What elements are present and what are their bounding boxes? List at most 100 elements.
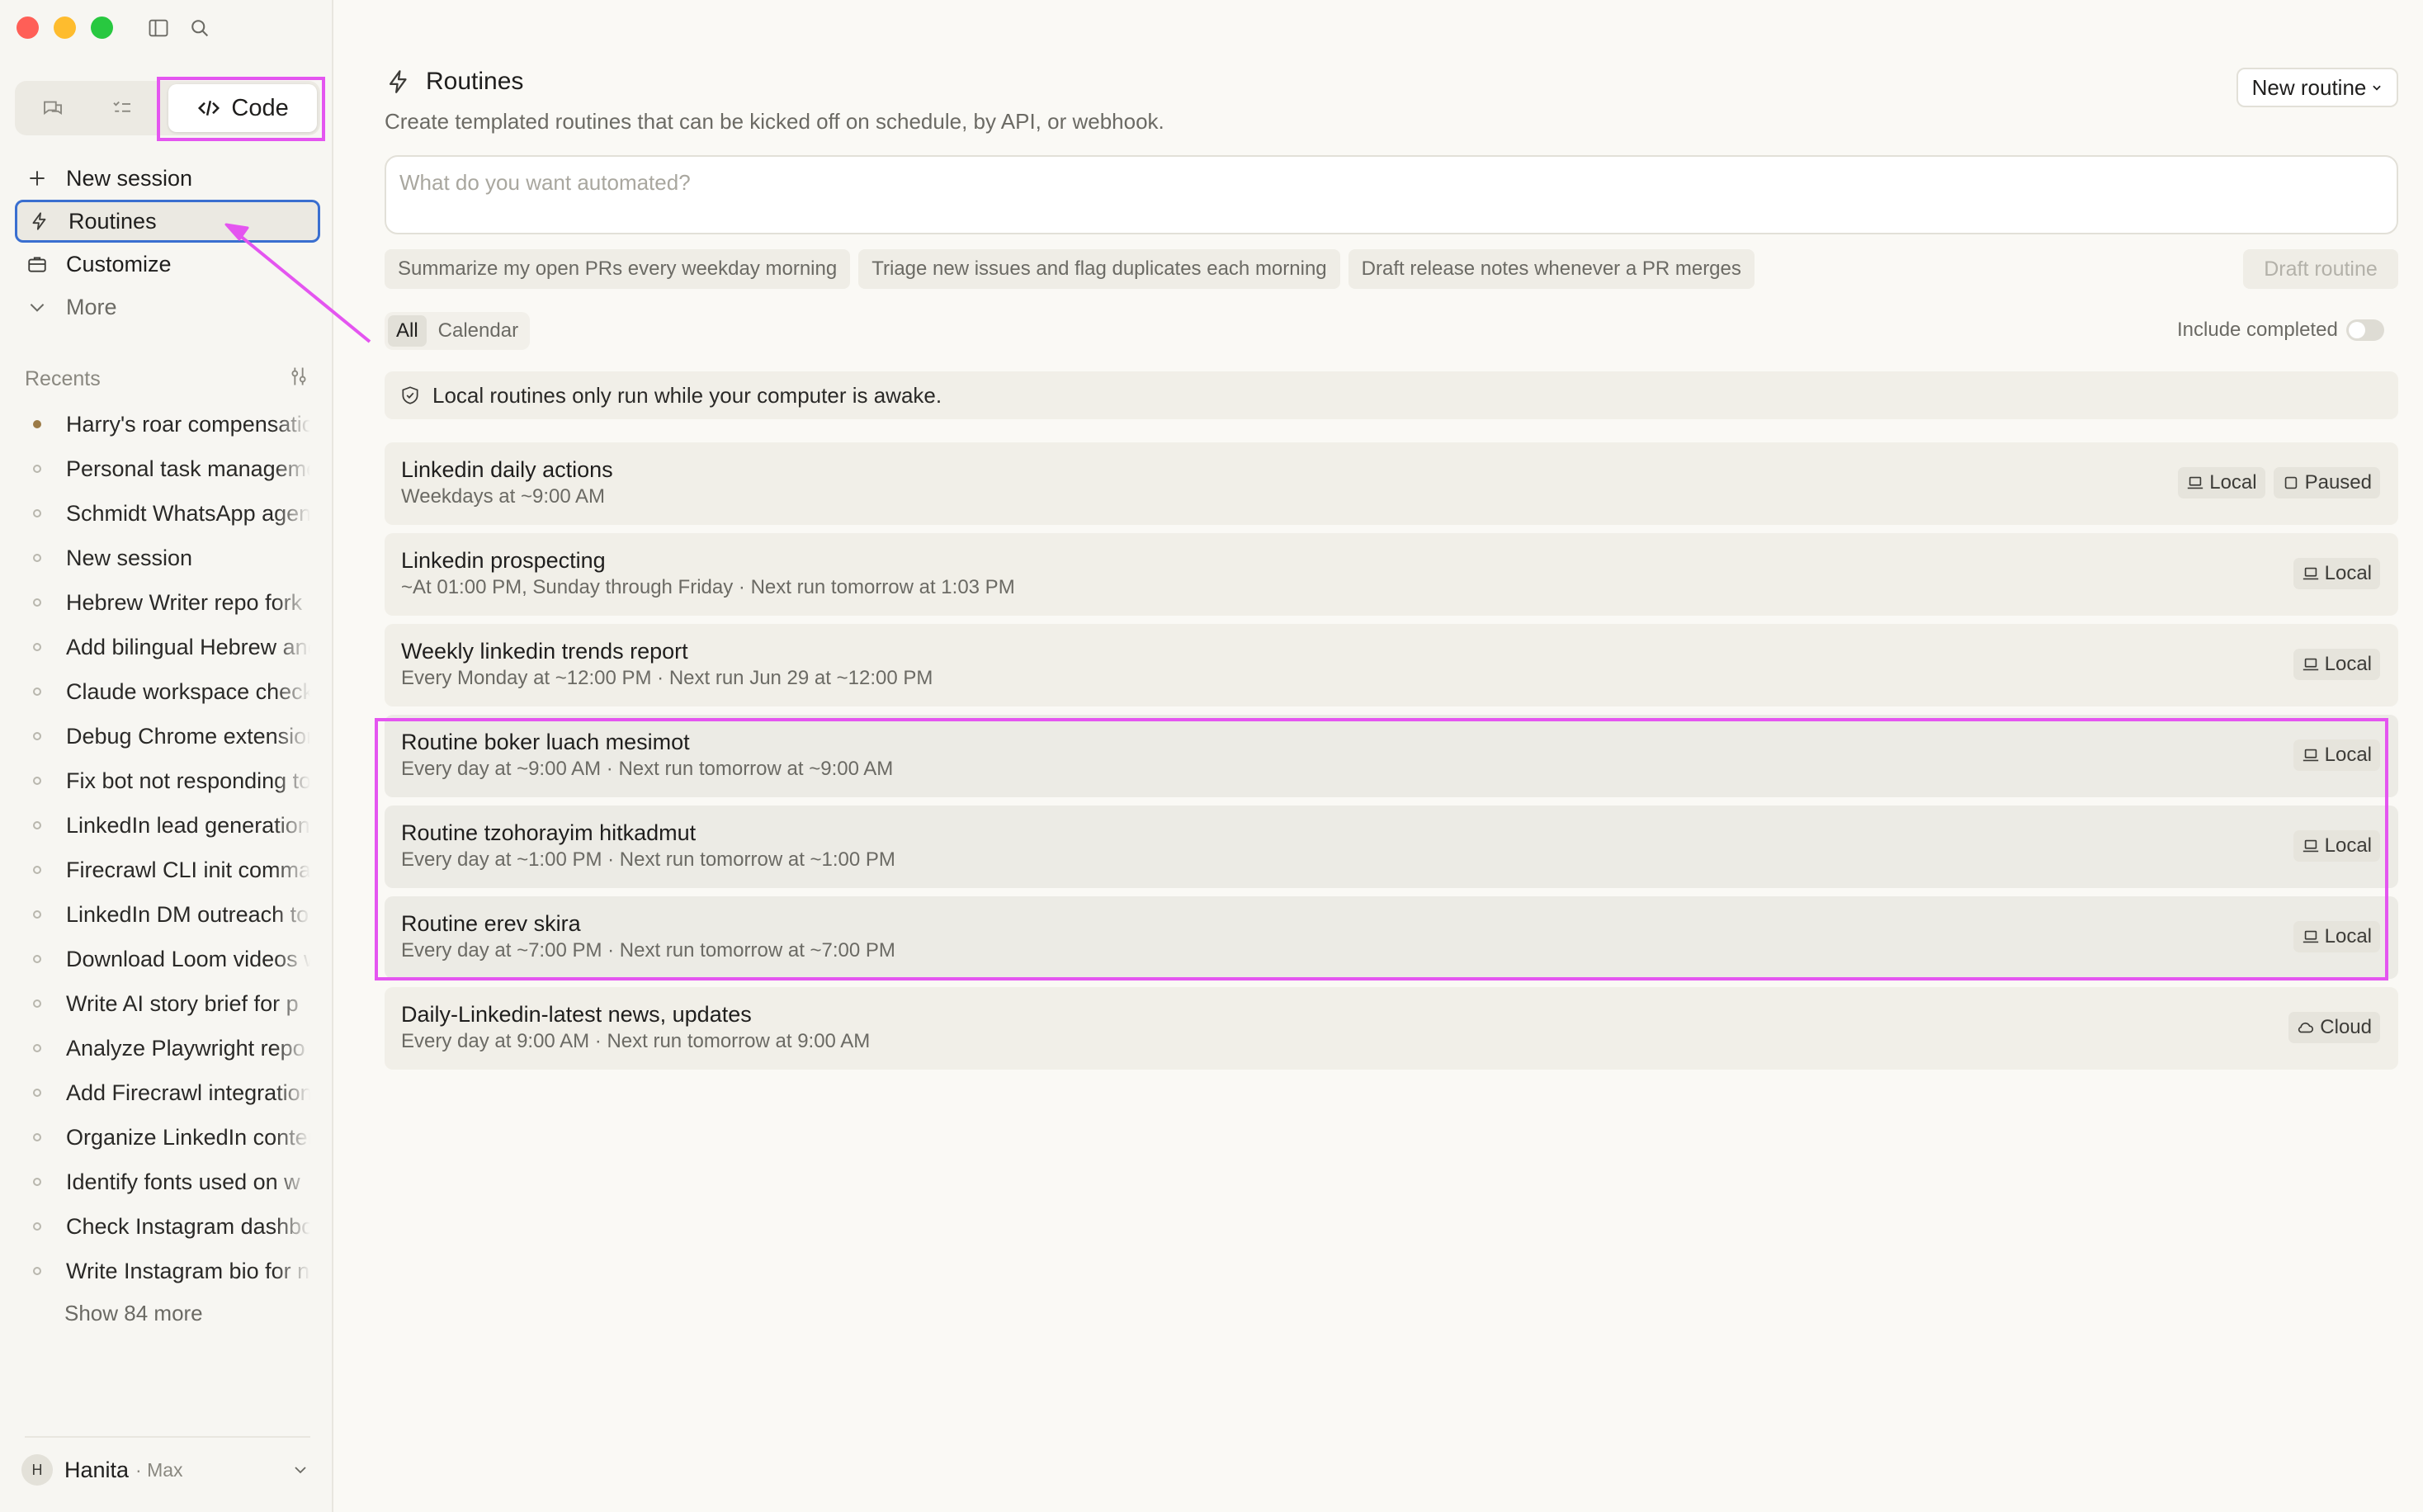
status-dot — [33, 554, 41, 562]
tab-calendar[interactable]: Calendar — [430, 315, 527, 347]
status-dot — [33, 643, 41, 651]
new-routine-button[interactable]: New routine — [2236, 68, 2398, 107]
nav-customize-label: Customize — [66, 251, 172, 276]
recent-title: New session — [66, 545, 193, 570]
minimize-window-button[interactable] — [54, 17, 76, 39]
list-item[interactable]: Download Loom videos w — [25, 937, 310, 981]
status-dot — [33, 1222, 41, 1231]
code-mode-button[interactable]: Code — [168, 84, 317, 132]
laptop-icon — [2188, 476, 2203, 489]
status-dot — [33, 1133, 41, 1141]
routine-row[interactable]: Linkedin daily actions Weekdays at ~9:00… — [385, 442, 2398, 525]
routine-name: Daily-Linkedin-latest news, updates — [401, 1002, 752, 1027]
local-notice: Local routines only run while your compu… — [385, 371, 2398, 419]
nav-more[interactable]: More — [15, 286, 320, 328]
nav-routines[interactable]: Routines — [15, 200, 320, 243]
routine-schedule: Every day at ~7:00 PM · Next run tomorro… — [401, 939, 895, 962]
recents-list: Harry's roar compensation Personal task … — [25, 402, 310, 1293]
list-item[interactable]: Check Instagram dashbo — [25, 1204, 310, 1249]
suggestion-chip[interactable]: Draft release notes whenever a PR merges — [1348, 249, 1755, 289]
page-header: Routines — [385, 68, 523, 96]
routine-badges: Local Paused — [2178, 467, 2380, 498]
routine-row[interactable]: Daily-Linkedin-latest news, updates Ever… — [385, 987, 2398, 1070]
chat-mode-button[interactable] — [18, 84, 87, 132]
status-dot — [33, 420, 41, 428]
routine-name: Routine tzohorayim hitkadmut — [401, 820, 697, 845]
tasks-icon — [113, 101, 131, 112]
list-item[interactable]: Add bilingual Hebrew and — [25, 625, 310, 669]
recent-title: Firecrawl CLI init command — [66, 857, 310, 882]
recent-title: LinkedIn DM outreach to — [66, 901, 309, 927]
routine-row[interactable]: Routine boker luach mesimot Every day at… — [385, 715, 2398, 797]
list-item[interactable]: Add Firecrawl integration — [25, 1070, 310, 1115]
chevron-down-icon — [295, 1467, 306, 1474]
cloud-icon — [2298, 1022, 2314, 1033]
draft-routine-button[interactable]: Draft routine — [2243, 249, 2398, 289]
local-badge: Local — [2293, 558, 2380, 589]
search-icon[interactable] — [188, 17, 211, 44]
laptop-icon — [2303, 749, 2318, 762]
nav-customize[interactable]: Customize — [15, 243, 320, 286]
sidebar-toggle-icon[interactable] — [147, 17, 170, 44]
routine-schedule: Every day at ~1:00 PM · Next run tomorro… — [401, 848, 895, 871]
routine-row[interactable]: Linkedin prospecting ~At 01:00 PM, Sunda… — [385, 533, 2398, 616]
recent-title: Fix bot not responding to — [66, 768, 310, 793]
recent-title: Write Instagram bio for n — [66, 1258, 310, 1283]
laptop-icon — [2303, 930, 2318, 943]
list-item[interactable]: LinkedIn DM outreach to — [25, 892, 310, 937]
code-mode-label: Code — [231, 94, 289, 121]
routine-badges: Local — [2293, 921, 2380, 952]
routine-row[interactable]: Routine tzohorayim hitkadmut Every day a… — [385, 806, 2398, 888]
local-badge: Local — [2293, 921, 2380, 952]
list-item[interactable]: Personal task management — [25, 447, 310, 491]
status-dot — [33, 866, 41, 874]
badge-label: Local — [2324, 653, 2372, 675]
list-item[interactable]: Debug Chrome extension — [25, 714, 310, 758]
routine-schedule: Weekdays at ~9:00 AM — [401, 485, 606, 508]
nav-new-session-label: New session — [66, 165, 193, 191]
show-more-link[interactable]: Show 84 more — [64, 1301, 203, 1326]
briefcase-icon — [28, 257, 46, 272]
recent-title: Analyze Playwright repo — [66, 1035, 305, 1061]
recent-title: Debug Chrome extension — [66, 723, 310, 749]
maximize-window-button[interactable] — [91, 17, 113, 39]
list-item[interactable]: LinkedIn lead generation — [25, 803, 310, 848]
recent-title: Schmidt WhatsApp agent — [66, 500, 310, 526]
recent-title: LinkedIn lead generation — [66, 812, 310, 838]
recents-label: Recents — [25, 367, 101, 390]
routine-row[interactable]: Weekly linkedin trends report Every Mond… — [385, 624, 2398, 706]
badge-label: Local — [2324, 744, 2372, 766]
list-item[interactable]: Organize LinkedIn content — [25, 1115, 310, 1160]
list-item[interactable]: Harry's roar compensation — [25, 402, 310, 447]
close-window-button[interactable] — [17, 17, 39, 39]
list-item[interactable]: Write Instagram bio for n — [25, 1249, 310, 1293]
routine-row[interactable]: Routine erev skira Every day at ~7:00 PM… — [385, 896, 2398, 979]
list-item[interactable]: Firecrawl CLI init command — [25, 848, 310, 892]
list-item[interactable]: Analyze Playwright repo — [25, 1026, 310, 1070]
automation-prompt-input[interactable]: What do you want automated? — [385, 155, 2398, 234]
tasks-mode-button[interactable] — [87, 84, 157, 132]
include-completed-toggle[interactable] — [2345, 319, 2384, 341]
list-item[interactable]: Claude workspace check — [25, 669, 310, 714]
filter-icon[interactable] — [287, 365, 310, 394]
suggestion-chip[interactable]: Triage new issues and flag duplicates ea… — [858, 249, 1340, 289]
recent-title: Claude workspace check — [66, 678, 310, 704]
list-item[interactable]: New session — [25, 536, 310, 580]
list-item[interactable]: Write AI story brief for p — [25, 981, 310, 1026]
list-item[interactable]: Schmidt WhatsApp agent — [25, 491, 310, 536]
list-item[interactable]: Hebrew Writer repo fork — [25, 580, 310, 625]
nav-new-session[interactable]: New session — [15, 157, 320, 200]
routine-name: Linkedin prospecting — [401, 548, 606, 573]
badge-label: Local — [2324, 834, 2372, 857]
list-item[interactable]: Fix bot not responding to — [25, 758, 310, 803]
recent-title: Identify fonts used on w — [66, 1169, 300, 1194]
routine-badges: Cloud — [2288, 1012, 2380, 1043]
suggestion-chip[interactable]: Summarize my open PRs every weekday morn… — [385, 249, 851, 289]
badge-label: Paused — [2304, 471, 2372, 494]
profile-menu[interactable]: H Hanita · Max — [21, 1454, 310, 1486]
badge-label: Local — [2324, 562, 2372, 584]
list-item[interactable]: Identify fonts used on w — [25, 1160, 310, 1204]
profile-name: Hanita — [64, 1457, 130, 1482]
tab-all[interactable]: All — [388, 315, 427, 347]
recent-title: Hebrew Writer repo fork — [66, 589, 303, 615]
